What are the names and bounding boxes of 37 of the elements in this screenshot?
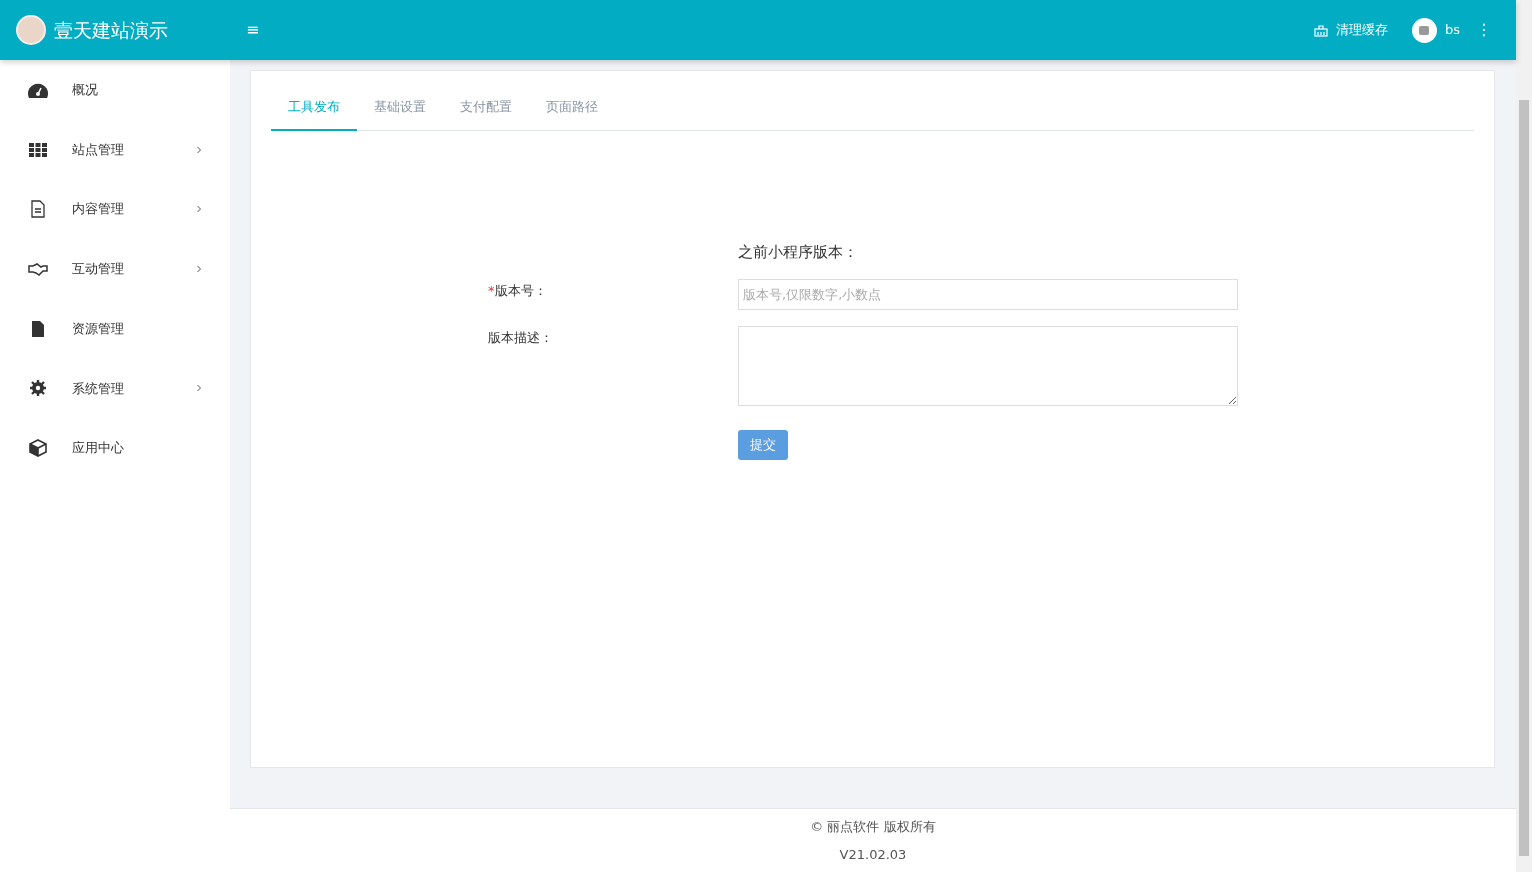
avatar-icon[interactable] <box>1411 17 1437 43</box>
field-label: 版本描述： <box>487 329 554 347</box>
more-button[interactable]: ⋮ <box>1476 18 1492 42</box>
submit-button[interactable]: 提交 <box>738 430 788 460</box>
menu-icon <box>28 438 48 457</box>
version-input[interactable]: 版本号,仅限数字,小数点 <box>738 279 1238 310</box>
chevron-icon <box>196 145 202 154</box>
basket-icon <box>1313 23 1328 37</box>
user-name[interactable]: bs <box>1444 20 1460 40</box>
chevron-icon <box>196 264 202 273</box>
logo-icon <box>16 15 46 45</box>
tab[interactable]: 工具发布 <box>271 87 357 131</box>
sidebar-item[interactable]: 互动管理 <box>0 239 230 299</box>
scrollbar-thumb[interactable] <box>1519 100 1529 856</box>
sidebar-item[interactable]: 内容管理 <box>0 179 230 240</box>
copyright-text: © 丽点软件 版权所有 <box>810 818 936 836</box>
description-textarea[interactable] <box>738 326 1238 406</box>
tab[interactable]: 基础设置 <box>357 87 443 131</box>
menu-icon <box>28 140 48 159</box>
sidebar-item[interactable]: 站点管理 <box>0 119 230 180</box>
menu-toggle-button[interactable]: ≡ <box>246 18 260 42</box>
tab[interactable]: 页面路径 <box>529 87 615 131</box>
scrollbar[interactable] <box>1516 0 1532 872</box>
menu-icon <box>28 200 48 219</box>
field-label: *版本号： <box>487 282 548 300</box>
menu-icon <box>28 379 48 398</box>
tab[interactable]: 支付配置 <box>443 87 529 131</box>
sidebar-item[interactable]: 概况 <box>0 60 230 120</box>
version-text: V21.02.03 <box>839 845 907 864</box>
brand-title[interactable]: 壹天建站演示 <box>54 15 168 45</box>
sidebar-item[interactable]: 应用中心 <box>0 418 230 478</box>
chevron-icon <box>196 205 202 214</box>
previous-version-label: 之前小程序版本： <box>738 241 858 263</box>
clear-cache-button[interactable]: 清理缓存 <box>1313 20 1388 40</box>
sidebar-item[interactable]: 系统管理 <box>0 358 230 419</box>
chevron-icon <box>196 384 202 393</box>
sidebar-item[interactable]: 资源管理 <box>0 298 230 359</box>
